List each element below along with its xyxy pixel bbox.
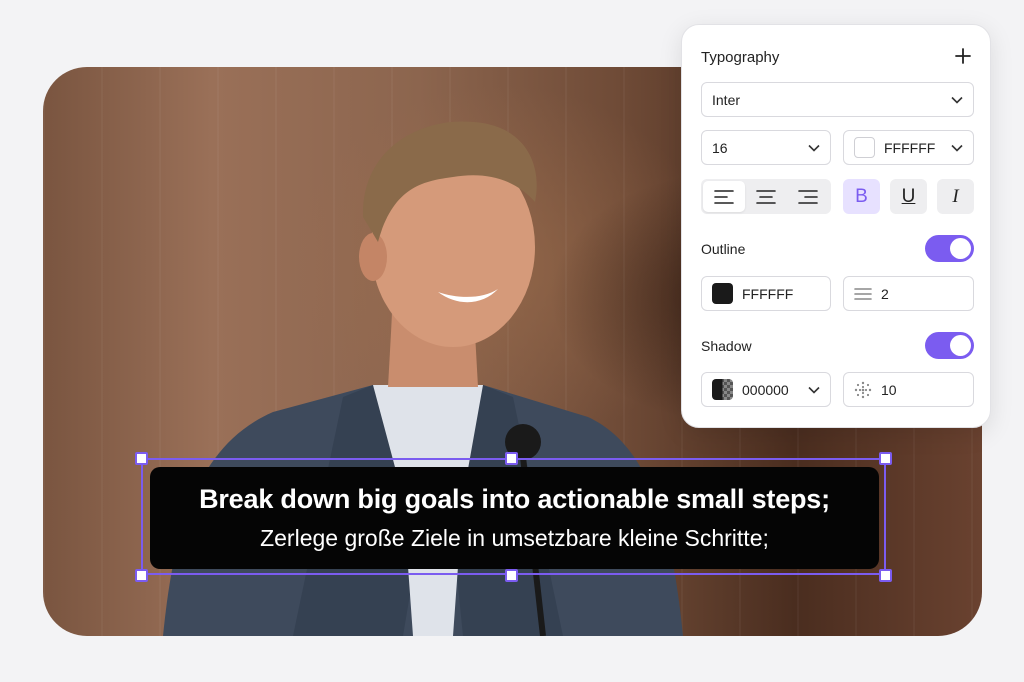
font-size-value: 16 bbox=[712, 139, 728, 156]
resize-handle-top-right[interactable] bbox=[879, 452, 892, 465]
shadow-toggle[interactable] bbox=[925, 332, 974, 359]
outline-width-field[interactable]: 2 bbox=[843, 276, 974, 311]
add-button[interactable] bbox=[952, 45, 974, 67]
align-right-button[interactable] bbox=[787, 181, 829, 212]
text-color-value: FFFFFF bbox=[884, 139, 936, 156]
subtitle-box[interactable]: Break down big goals into actionable sma… bbox=[150, 467, 879, 569]
outline-color-swatch bbox=[712, 283, 733, 304]
align-right-icon bbox=[798, 189, 818, 204]
panel-title: Typography bbox=[701, 49, 780, 66]
bold-button[interactable]: B bbox=[843, 179, 880, 214]
text-color-swatch bbox=[854, 137, 875, 158]
align-left-icon bbox=[714, 189, 734, 204]
shadow-blur-value: 10 bbox=[881, 381, 897, 398]
outline-color-field[interactable]: FFFFFF bbox=[701, 276, 831, 311]
resize-handle-top-center[interactable] bbox=[505, 452, 518, 465]
outline-color-value: FFFFFF bbox=[742, 285, 794, 302]
line-weight-icon bbox=[854, 285, 872, 303]
chevron-down-icon bbox=[951, 142, 963, 154]
resize-handle-bottom-right[interactable] bbox=[879, 569, 892, 582]
shadow-color-select[interactable]: 000000 bbox=[701, 372, 831, 407]
outline-label: Outline bbox=[701, 241, 746, 257]
shadow-color-swatch bbox=[712, 379, 733, 400]
chevron-down-icon bbox=[808, 384, 820, 396]
resize-handle-bottom-left[interactable] bbox=[135, 569, 148, 582]
shadow-blur-field[interactable]: 10 bbox=[843, 372, 974, 407]
align-center-icon bbox=[756, 189, 776, 204]
resize-handle-top-left[interactable] bbox=[135, 452, 148, 465]
text-color-select[interactable]: FFFFFF bbox=[843, 130, 974, 165]
alignment-group bbox=[701, 179, 831, 214]
shadow-label: Shadow bbox=[701, 338, 752, 354]
blur-icon bbox=[854, 381, 872, 399]
align-left-button[interactable] bbox=[703, 181, 745, 212]
shadow-color-value: 000000 bbox=[742, 381, 789, 398]
font-family-select[interactable]: Inter bbox=[701, 82, 974, 117]
font-size-select[interactable]: 16 bbox=[701, 130, 831, 165]
outline-width-value: 2 bbox=[881, 285, 889, 302]
typography-panel: Typography Inter 16 FFFFFF B U I Outline… bbox=[681, 24, 991, 428]
resize-handle-bottom-center[interactable] bbox=[505, 569, 518, 582]
chevron-down-icon bbox=[951, 94, 963, 106]
plus-icon bbox=[955, 48, 971, 64]
subtitle-primary-text: Break down big goals into actionable sma… bbox=[199, 484, 830, 514]
underline-button[interactable]: U bbox=[890, 179, 927, 214]
align-center-button[interactable] bbox=[745, 181, 787, 212]
chevron-down-icon bbox=[808, 142, 820, 154]
italic-button[interactable]: I bbox=[937, 179, 974, 214]
outline-toggle[interactable] bbox=[925, 235, 974, 262]
font-family-value: Inter bbox=[712, 91, 741, 108]
subtitle-secondary-text: Zerlege große Ziele in umsetzbare kleine… bbox=[260, 525, 769, 551]
